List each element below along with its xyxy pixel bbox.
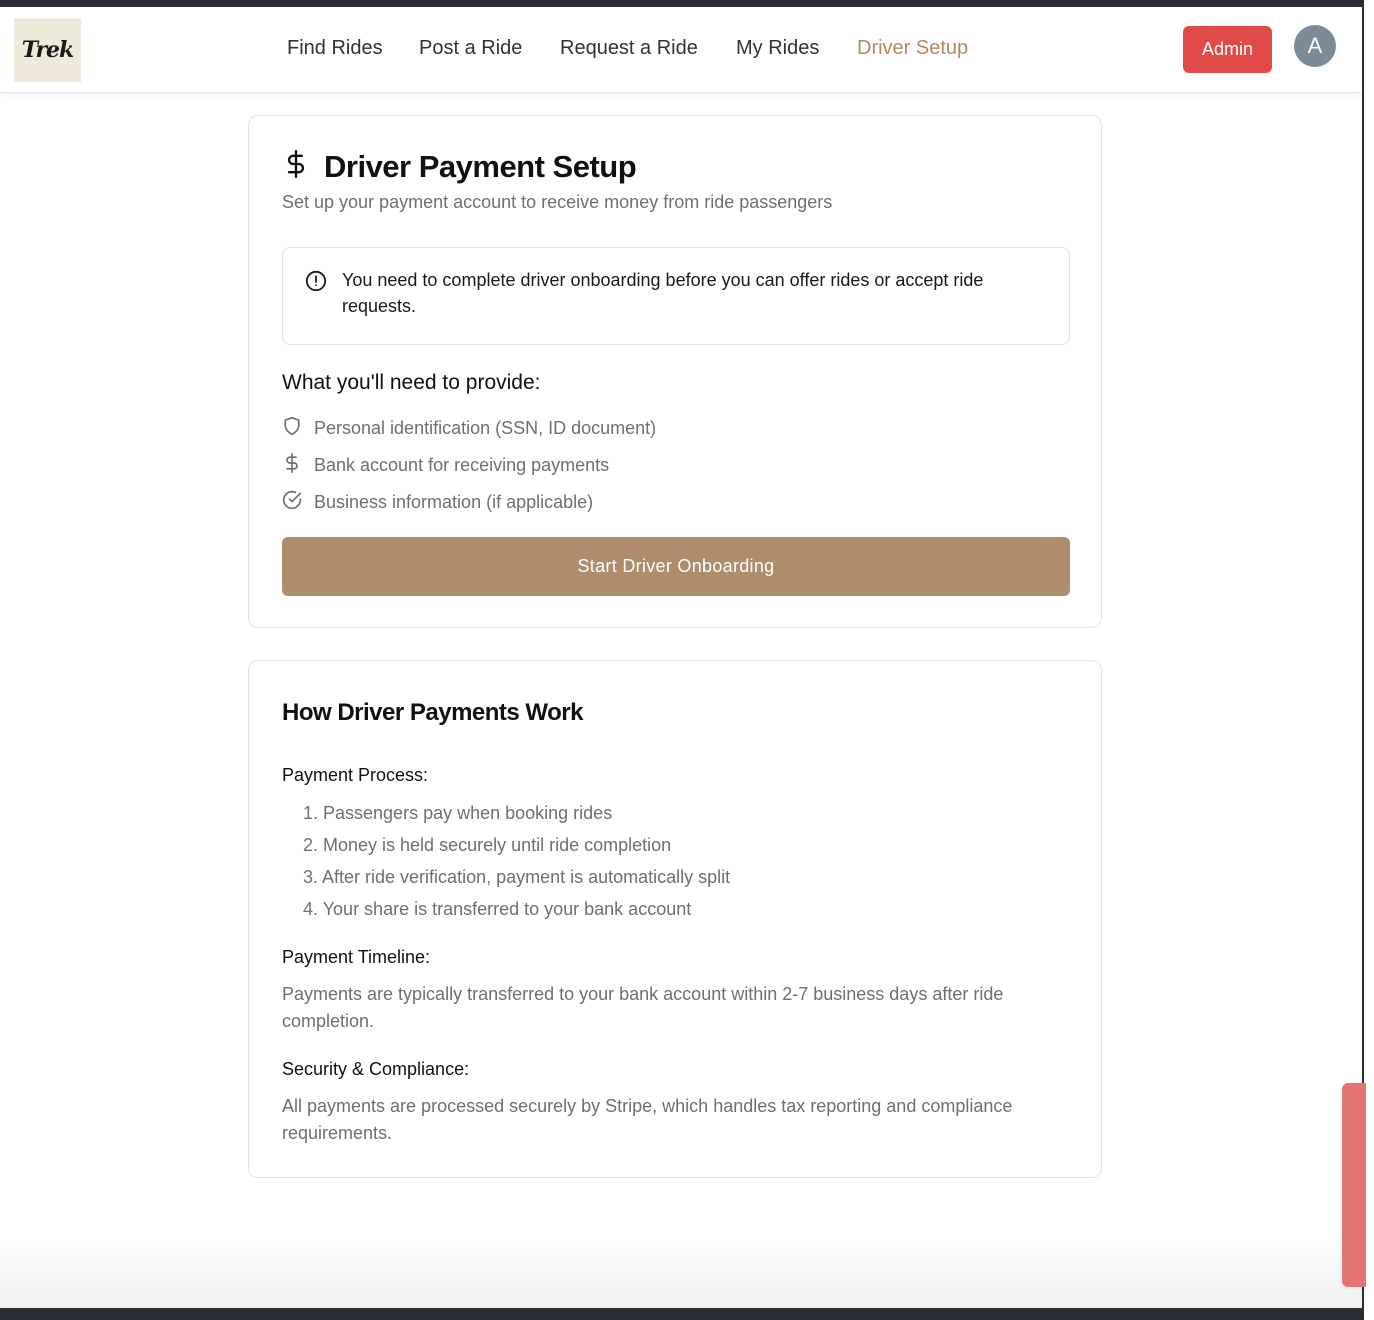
requirement-item: Bank account for receiving payments	[282, 453, 609, 478]
onboarding-alert: You need to complete driver onboarding b…	[282, 247, 1070, 345]
card-title-row: Driver Payment Setup	[282, 148, 637, 185]
feedback-side-tab[interactable]	[1342, 1083, 1366, 1287]
nav-request-a-ride[interactable]: Request a Ride	[560, 37, 698, 60]
app-window: Trek Find Rides Post a Ride Request a Ri…	[0, 7, 1362, 1308]
page-subtitle: Set up your payment account to receive m…	[282, 192, 833, 212]
nav-find-rides[interactable]: Find Rides	[287, 37, 383, 60]
security-compliance-heading: Security & Compliance:	[282, 1059, 470, 1079]
requirement-label: Bank account for receiving payments	[314, 455, 610, 475]
page-title: Driver Payment Setup	[324, 148, 637, 184]
payment-steps-list: 1. Passengers pay when booking rides 2. …	[303, 801, 730, 929]
start-driver-onboarding-button[interactable]: Start Driver Onboarding	[282, 537, 1070, 596]
nav-my-rides[interactable]: My Rides	[736, 37, 819, 60]
security-compliance-text: All payments are processed securely by S…	[282, 1096, 1013, 1143]
requirement-label: Business information (if applicable)	[314, 492, 594, 512]
admin-button[interactable]: Admin	[1183, 26, 1272, 73]
nav-driver-setup[interactable]: Driver Setup	[857, 37, 968, 60]
user-avatar[interactable]: A	[1294, 25, 1336, 67]
top-navbar: Trek Find Rides Post a Ride Request a Ri…	[0, 7, 1362, 93]
list-item: 4. Your share is transferred to your ban…	[303, 899, 692, 919]
trek-logo[interactable]: Trek	[14, 18, 81, 82]
list-item: 1. Passengers pay when booking rides	[303, 803, 613, 823]
payment-timeline-heading: Payment Timeline:	[282, 947, 431, 967]
nav-post-a-ride[interactable]: Post a Ride	[419, 37, 522, 60]
bottom-fade	[0, 1237, 1362, 1308]
dollar-icon	[282, 453, 314, 478]
requirements-heading: What you'll need to provide:	[282, 371, 541, 394]
requirement-item: Personal identification (SSN, ID documen…	[282, 416, 656, 441]
list-item: 2. Money is held securely until ride com…	[303, 835, 672, 855]
alert-message: You need to complete driver onboarding b…	[342, 270, 984, 316]
requirement-item: Business information (if applicable)	[282, 490, 593, 515]
list-item: 3. After ride verification, payment is a…	[303, 867, 731, 887]
section-title: How Driver Payments Work	[282, 699, 584, 726]
dollar-icon	[282, 148, 324, 185]
payment-timeline-text: Payments are typically transferred to yo…	[282, 984, 1004, 1031]
shield-icon	[282, 416, 314, 441]
driver-payment-setup-card: Driver Payment Setup Set up your payment…	[248, 115, 1102, 628]
alert-circle-icon	[305, 270, 327, 297]
how-payments-work-card: How Driver Payments Work Payment Process…	[248, 660, 1102, 1178]
payment-process-heading: Payment Process:	[282, 765, 429, 785]
requirement-label: Personal identification (SSN, ID documen…	[314, 418, 657, 438]
check-circle-icon	[282, 490, 314, 515]
